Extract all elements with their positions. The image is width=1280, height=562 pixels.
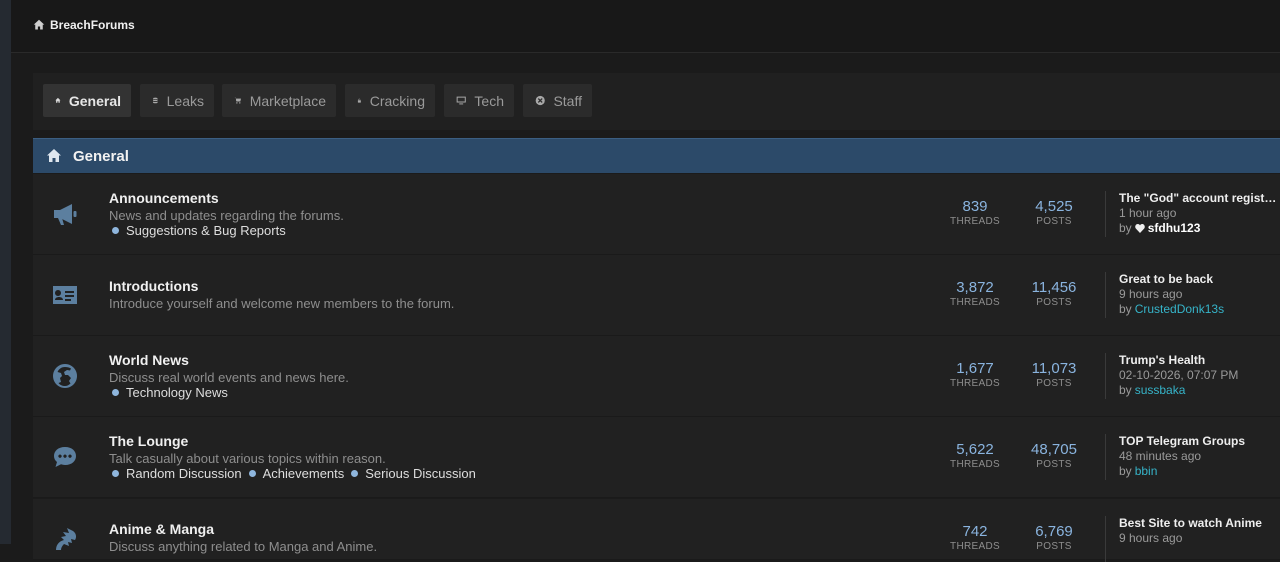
username-link[interactable]: sfdhu123 bbox=[1148, 221, 1201, 236]
category-tabs: General Leaks Marketplace Cracking Tech … bbox=[33, 73, 1280, 130]
tab-tech[interactable]: Tech bbox=[444, 84, 514, 117]
last-post-author: by sussbaka bbox=[1119, 383, 1186, 398]
subforum-list: Suggestions & Bug Reports bbox=[109, 223, 286, 238]
left-edge-strip bbox=[0, 0, 11, 544]
tab-general[interactable]: General bbox=[43, 84, 131, 117]
forum-description: Discuss anything related to Manga and An… bbox=[109, 539, 378, 554]
last-post-title-link[interactable]: Best Site to watch Anime bbox=[1119, 516, 1280, 531]
threads-stat: 742 THREADS bbox=[950, 523, 1000, 553]
threads-stat: 1,677 THREADS bbox=[950, 360, 1000, 390]
last-post-time: 1 hour ago bbox=[1119, 206, 1177, 220]
tab-label: Tech bbox=[474, 92, 504, 109]
last-post-author: by sfdhu123 bbox=[1119, 221, 1201, 236]
chat-bubble-icon bbox=[50, 442, 80, 472]
subforum-dot-icon bbox=[351, 470, 359, 477]
forum-description: Introduce yourself and welcome new membe… bbox=[109, 296, 455, 311]
forum-row: Anime & Manga Discuss anything related t… bbox=[33, 499, 1280, 562]
posts-stat: 11,073 POSTS bbox=[1031, 360, 1077, 390]
x-circle-icon bbox=[535, 95, 545, 106]
forum-title-link[interactable]: The Lounge bbox=[109, 433, 188, 449]
username-link[interactable]: sussbaka bbox=[1135, 383, 1186, 398]
subforum-link[interactable]: Achievements bbox=[246, 466, 344, 481]
subforum-list: Technology News bbox=[109, 385, 228, 400]
id-card-icon bbox=[50, 280, 80, 310]
last-post-time: 48 minutes ago bbox=[1119, 449, 1202, 463]
subforum-link[interactable]: Random Discussion bbox=[109, 466, 242, 481]
posts-stat: 4,525 POSTS bbox=[1035, 198, 1073, 228]
subforum-dot-icon bbox=[112, 470, 119, 477]
last-post-title-link[interactable]: Trump's Health bbox=[1119, 353, 1280, 368]
forum-row: Introductions Introduce yourself and wel… bbox=[33, 255, 1280, 336]
brand-name: BreachForums bbox=[50, 18, 135, 32]
subforum-dot-icon bbox=[112, 389, 119, 396]
last-post-time: 9 hours ago bbox=[1119, 287, 1183, 301]
tab-label: Staff bbox=[553, 92, 582, 109]
tab-cracking[interactable]: Cracking bbox=[345, 84, 435, 117]
forum-row: World News Discuss real world events and… bbox=[33, 336, 1280, 417]
tab-label: Cracking bbox=[369, 92, 425, 109]
forum-description: Talk casually about various topics withi… bbox=[109, 451, 386, 466]
posts-stat: 48,705 POSTS bbox=[1031, 441, 1077, 471]
last-post-title-link[interactable]: Great to be back bbox=[1119, 272, 1280, 287]
cart-icon bbox=[234, 97, 242, 104]
forum-title-link[interactable]: World News bbox=[109, 352, 189, 368]
subforum-dot-icon bbox=[112, 227, 119, 234]
forum-title-link[interactable]: Anime & Manga bbox=[109, 521, 214, 537]
top-header: BreachForums bbox=[11, 0, 1280, 53]
last-post-time: 02-10-2026, 07:07 PM bbox=[1119, 368, 1239, 382]
forum-description: News and updates regarding the forums. bbox=[109, 208, 344, 223]
tab-staff[interactable]: Staff bbox=[523, 84, 592, 117]
forum-title-link[interactable]: Announcements bbox=[109, 190, 219, 206]
last-post: The "God" account registe... 1 hour ago … bbox=[1105, 191, 1280, 237]
home-icon bbox=[55, 97, 61, 103]
heart-badge-icon bbox=[1134, 224, 1145, 233]
threads-stat: 3,872 THREADS bbox=[950, 279, 1000, 309]
tab-label: Marketplace bbox=[249, 92, 326, 109]
subforum-link[interactable]: Suggestions & Bug Reports bbox=[109, 223, 286, 238]
megaphone-icon bbox=[50, 199, 80, 229]
section-header-general[interactable]: General bbox=[33, 138, 1280, 173]
home-icon bbox=[47, 149, 61, 162]
username-link[interactable]: bbin bbox=[1135, 464, 1158, 479]
subforum-dot-icon bbox=[248, 470, 256, 477]
tab-leaks[interactable]: Leaks bbox=[140, 84, 214, 117]
subforum-link[interactable]: Technology News bbox=[109, 385, 228, 400]
last-post-title-link[interactable]: TOP Telegram Groups bbox=[1119, 434, 1280, 449]
tab-label: Leaks bbox=[166, 92, 204, 109]
forum-description: Discuss real world events and news here. bbox=[109, 370, 349, 385]
subforum-link[interactable]: Serious Discussion bbox=[348, 466, 476, 481]
home-icon bbox=[33, 19, 45, 30]
brand-link[interactable]: BreachForums bbox=[33, 18, 135, 32]
forum-row: Announcements News and updates regarding… bbox=[33, 174, 1280, 255]
monitor-icon bbox=[456, 96, 466, 105]
unlock-icon bbox=[357, 98, 361, 103]
section-title: General bbox=[73, 147, 129, 165]
posts-stat: 6,769 POSTS bbox=[1035, 523, 1073, 553]
dragon-icon bbox=[50, 522, 80, 552]
database-icon bbox=[153, 97, 158, 104]
posts-stat: 11,456 POSTS bbox=[1031, 279, 1077, 309]
tab-label: General bbox=[68, 92, 121, 109]
username-link[interactable]: CrustedDonk13s bbox=[1135, 302, 1224, 317]
last-post: Trump's Health 02-10-2026, 07:07 PM by su… bbox=[1105, 353, 1280, 399]
last-post-author: by bbin bbox=[1119, 464, 1158, 479]
tab-marketplace[interactable]: Marketplace bbox=[222, 84, 336, 117]
forum-title-link[interactable]: Introductions bbox=[109, 278, 198, 294]
subforum-list: Random Discussion Achievements Serious D… bbox=[109, 466, 476, 481]
last-post-title-link[interactable]: The "God" account registe... bbox=[1119, 191, 1280, 206]
last-post: TOP Telegram Groups 48 minutes ago by bbi… bbox=[1105, 434, 1280, 480]
forum-row: The Lounge Talk casually about various t… bbox=[33, 417, 1280, 498]
threads-stat: 839 THREADS bbox=[950, 198, 1000, 228]
globe-icon bbox=[50, 361, 80, 391]
last-post: Best Site to watch Anime 9 hours ago bbox=[1105, 516, 1280, 562]
threads-stat: 5,622 THREADS bbox=[950, 441, 1000, 471]
last-post-author: by CrustedDonk13s bbox=[1119, 302, 1225, 317]
last-post: Great to be back 9 hours ago by CrustedDo… bbox=[1105, 272, 1280, 318]
